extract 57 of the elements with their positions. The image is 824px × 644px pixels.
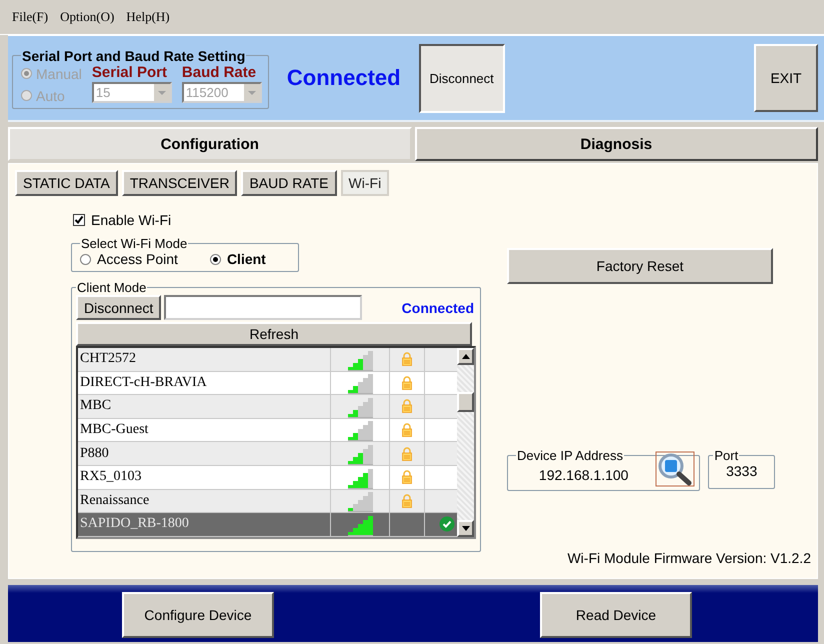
disconnect-button[interactable]: Disconnect: [418, 44, 505, 112]
group-title: Device IP Address: [516, 448, 624, 463]
padlock-icon: [402, 494, 412, 508]
input-field[interactable]: [164, 295, 362, 320]
connection-status: Connected: [402, 300, 474, 316]
network-row[interactable]: RX5_0103: [78, 466, 457, 490]
empty-signal-bar: [368, 468, 372, 488]
padlock-icon: [402, 352, 412, 366]
sub-tab[interactable]: Wi-Fi: [340, 170, 390, 196]
network-row[interactable]: DIRECT-cH-BRAVIA: [78, 372, 457, 396]
group-title: Port: [713, 448, 740, 463]
firmware-version: Wi-Fi Module Firmware Version: V1.2.2: [567, 550, 811, 566]
radio-option[interactable]: Access Point: [80, 251, 178, 267]
group-title: Serial Port and Baud Rate Setting: [21, 48, 246, 64]
up-arrow-icon: [462, 354, 470, 359]
padlock-icon: [402, 376, 412, 390]
menu-item[interactable]: File(F): [12, 9, 48, 25]
refresh-button[interactable]: Refresh: [76, 322, 472, 346]
group-title: Client Mode: [76, 280, 148, 295]
port-value: 3333: [725, 463, 758, 481]
padlock-icon: [402, 446, 412, 461]
network-row[interactable]: Renaissance: [78, 490, 457, 514]
menu-item[interactable]: Help(H): [126, 9, 170, 25]
network-row[interactable]: P880: [78, 442, 457, 466]
network-row[interactable]: MBC: [78, 395, 457, 419]
factory-reset-button[interactable]: Factory Reset: [507, 248, 773, 284]
action-button[interactable]: Configure Device: [122, 592, 274, 638]
menu-item[interactable]: Option(O): [60, 9, 114, 25]
main-tab[interactable]: Configuration: [8, 127, 412, 161]
action-button[interactable]: Read Device: [540, 592, 692, 638]
connection-status: Connected: [286, 65, 401, 91]
padlock-icon: [402, 470, 412, 484]
radio-option[interactable]: Client: [210, 251, 266, 267]
sub-tab[interactable]: BAUD RATE: [241, 170, 337, 196]
search-icon[interactable]: [655, 451, 696, 487]
scroll-thumb[interactable]: [457, 392, 474, 412]
sub-tab[interactable]: TRANSCEIVER: [122, 170, 238, 196]
sub-tab[interactable]: STATIC DATA: [15, 170, 118, 196]
checkbox-label: Enable Wi-Fi: [91, 212, 172, 228]
exit-button[interactable]: EXIT: [754, 44, 818, 112]
check-icon: [439, 516, 455, 532]
disconnect-button[interactable]: Disconnect: [76, 295, 162, 320]
down-arrow-icon: [462, 526, 470, 531]
group-title: Select Wi-Fi Mode: [80, 236, 188, 251]
padlock-icon: [402, 399, 412, 414]
checkbox[interactable]: [73, 214, 85, 226]
padlock-icon: [402, 423, 412, 438]
ip-address: 192.168.1.100: [538, 467, 630, 483]
scroll-down-button[interactable]: [457, 520, 474, 537]
network-row[interactable]: SAPIDO_RB-1800: [78, 513, 457, 537]
scrollbar[interactable]: [457, 348, 474, 537]
field-label: Baud Rate: [182, 64, 258, 81]
scroll-up-button[interactable]: [457, 348, 474, 365]
main-tab[interactable]: Diagnosis: [414, 127, 818, 161]
network-row[interactable]: CHT2572: [78, 348, 457, 372]
field-label: Serial Port: [92, 64, 168, 81]
network-row[interactable]: MBC-Guest: [78, 418, 457, 442]
